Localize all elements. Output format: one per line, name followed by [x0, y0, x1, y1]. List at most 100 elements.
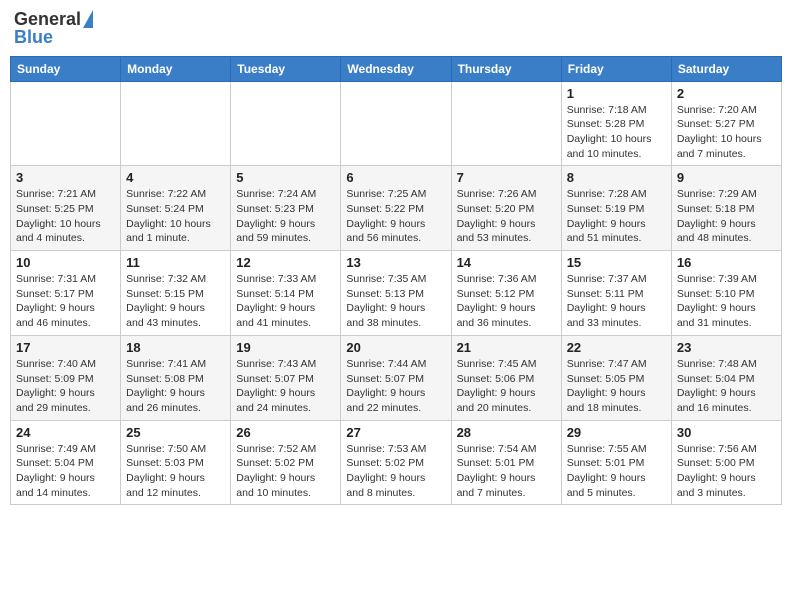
day-number: 4 [126, 170, 225, 185]
day-number: 20 [346, 340, 445, 355]
day-info: Sunrise: 7:53 AMSunset: 5:02 PMDaylight:… [346, 442, 445, 501]
day-info: Sunrise: 7:54 AMSunset: 5:01 PMDaylight:… [457, 442, 556, 501]
day-number: 21 [457, 340, 556, 355]
day-info: Sunrise: 7:47 AMSunset: 5:05 PMDaylight:… [567, 357, 666, 416]
weekday-header: Sunday [11, 56, 121, 81]
day-number: 16 [677, 255, 776, 270]
day-number: 6 [346, 170, 445, 185]
calendar-day-cell: 21 Sunrise: 7:45 AMSunset: 5:06 PMDayligh… [451, 335, 561, 420]
day-number: 2 [677, 86, 776, 101]
day-number: 26 [236, 425, 335, 440]
calendar-table: SundayMondayTuesdayWednesdayThursdayFrid… [10, 56, 782, 506]
weekday-header-row: SundayMondayTuesdayWednesdayThursdayFrid… [11, 56, 782, 81]
calendar-day-cell: 6 Sunrise: 7:25 AMSunset: 5:22 PMDaylight… [341, 166, 451, 251]
day-info: Sunrise: 7:32 AMSunset: 5:15 PMDaylight:… [126, 272, 225, 331]
day-number: 17 [16, 340, 115, 355]
day-number: 23 [677, 340, 776, 355]
day-info: Sunrise: 7:36 AMSunset: 5:12 PMDaylight:… [457, 272, 556, 331]
calendar-day-cell: 19Sunrise: 7:43 AMSunset: 5:07 PMDayligh… [231, 335, 341, 420]
day-number: 24 [16, 425, 115, 440]
day-number: 29 [567, 425, 666, 440]
calendar-day-cell: 23 Sunrise: 7:48 AMSunset: 5:04 PMDayligh… [671, 335, 781, 420]
calendar-day-cell: 4 Sunrise: 7:22 AMSunset: 5:24 PMDaylight… [121, 166, 231, 251]
calendar-day-cell: 20 Sunrise: 7:44 AMSunset: 5:07 PMDayligh… [341, 335, 451, 420]
calendar-day-cell: 12 Sunrise: 7:33 AMSunset: 5:14 PMDayligh… [231, 251, 341, 336]
day-info: Sunrise: 7:48 AMSunset: 5:04 PMDaylight:… [677, 357, 776, 416]
calendar-day-cell: 7Sunrise: 7:26 AMSunset: 5:20 PMDaylight… [451, 166, 561, 251]
day-info: Sunrise: 7:44 AMSunset: 5:07 PMDaylight:… [346, 357, 445, 416]
day-info: Sunrise: 7:55 AMSunset: 5:01 PMDaylight:… [567, 442, 666, 501]
calendar-day-cell: 17Sunrise: 7:40 AMSunset: 5:09 PMDayligh… [11, 335, 121, 420]
weekday-header: Saturday [671, 56, 781, 81]
logo-triangle-icon [83, 10, 93, 28]
day-number: 18 [126, 340, 225, 355]
calendar-day-cell: 15Sunrise: 7:37 AMSunset: 5:11 PMDayligh… [561, 251, 671, 336]
calendar-day-cell: 9 Sunrise: 7:29 AMSunset: 5:18 PMDaylight… [671, 166, 781, 251]
logo: General Blue [14, 10, 93, 48]
calendar-day-cell [11, 81, 121, 166]
day-info: Sunrise: 7:39 AMSunset: 5:10 PMDaylight:… [677, 272, 776, 331]
day-info: Sunrise: 7:37 AMSunset: 5:11 PMDaylight:… [567, 272, 666, 331]
weekday-header: Monday [121, 56, 231, 81]
day-number: 27 [346, 425, 445, 440]
calendar-day-cell: 13Sunrise: 7:35 AMSunset: 5:13 PMDayligh… [341, 251, 451, 336]
calendar-day-cell [341, 81, 451, 166]
day-number: 11 [126, 255, 225, 270]
calendar-day-cell: 27 Sunrise: 7:53 AMSunset: 5:02 PMDayligh… [341, 420, 451, 505]
day-number: 12 [236, 255, 335, 270]
day-number: 3 [16, 170, 115, 185]
weekday-header: Wednesday [341, 56, 451, 81]
calendar-day-cell [451, 81, 561, 166]
calendar-day-cell: 5 Sunrise: 7:24 AMSunset: 5:23 PMDaylight… [231, 166, 341, 251]
day-number: 7 [457, 170, 556, 185]
calendar-day-cell: 10Sunrise: 7:31 AMSunset: 5:17 PMDayligh… [11, 251, 121, 336]
calendar-day-cell: 26 Sunrise: 7:52 AMSunset: 5:02 PMDayligh… [231, 420, 341, 505]
day-info: Sunrise: 7:49 AMSunset: 5:04 PMDaylight:… [16, 442, 115, 501]
calendar-day-cell: 16 Sunrise: 7:39 AMSunset: 5:10 PMDayligh… [671, 251, 781, 336]
day-info: Sunrise: 7:22 AMSunset: 5:24 PMDaylight:… [126, 187, 225, 246]
day-info: Sunrise: 7:29 AMSunset: 5:18 PMDaylight:… [677, 187, 776, 246]
day-info: Sunrise: 7:45 AMSunset: 5:06 PMDaylight:… [457, 357, 556, 416]
day-number: 28 [457, 425, 556, 440]
day-number: 30 [677, 425, 776, 440]
day-info: Sunrise: 7:33 AMSunset: 5:14 PMDaylight:… [236, 272, 335, 331]
logo-blue: Blue [14, 28, 53, 48]
calendar-day-cell: 28 Sunrise: 7:54 AMSunset: 5:01 PMDayligh… [451, 420, 561, 505]
day-number: 5 [236, 170, 335, 185]
calendar-day-cell: 2 Sunrise: 7:20 AMSunset: 5:27 PMDaylight… [671, 81, 781, 166]
day-info: Sunrise: 7:43 AMSunset: 5:07 PMDaylight:… [236, 357, 335, 416]
calendar-day-cell: 22 Sunrise: 7:47 AMSunset: 5:05 PMDayligh… [561, 335, 671, 420]
day-info: Sunrise: 7:52 AMSunset: 5:02 PMDaylight:… [236, 442, 335, 501]
calendar-day-cell [231, 81, 341, 166]
day-info: Sunrise: 7:21 AMSunset: 5:25 PMDaylight:… [16, 187, 115, 246]
calendar-day-cell: 11 Sunrise: 7:32 AMSunset: 5:15 PMDayligh… [121, 251, 231, 336]
day-number: 25 [126, 425, 225, 440]
calendar-day-cell: 30 Sunrise: 7:56 AMSunset: 5:00 PMDayligh… [671, 420, 781, 505]
day-info: Sunrise: 7:25 AMSunset: 5:22 PMDaylight:… [346, 187, 445, 246]
day-info: Sunrise: 7:41 AMSunset: 5:08 PMDaylight:… [126, 357, 225, 416]
calendar-day-cell: 8Sunrise: 7:28 AMSunset: 5:19 PMDaylight… [561, 166, 671, 251]
day-info: Sunrise: 7:24 AMSunset: 5:23 PMDaylight:… [236, 187, 335, 246]
day-info: Sunrise: 7:18 AMSunset: 5:28 PMDaylight:… [567, 103, 666, 162]
calendar-day-cell: 1Sunrise: 7:18 AMSunset: 5:28 PMDaylight… [561, 81, 671, 166]
weekday-header: Thursday [451, 56, 561, 81]
page-header: General Blue [10, 10, 782, 48]
weekday-header: Tuesday [231, 56, 341, 81]
calendar-day-cell: 3 Sunrise: 7:21 AMSunset: 5:25 PMDaylight… [11, 166, 121, 251]
calendar-day-cell: 29 Sunrise: 7:55 AMSunset: 5:01 PMDayligh… [561, 420, 671, 505]
day-number: 8 [567, 170, 666, 185]
day-info: Sunrise: 7:20 AMSunset: 5:27 PMDaylight:… [677, 103, 776, 162]
calendar-week-row: 10Sunrise: 7:31 AMSunset: 5:17 PMDayligh… [11, 251, 782, 336]
calendar-week-row: 17Sunrise: 7:40 AMSunset: 5:09 PMDayligh… [11, 335, 782, 420]
calendar-day-cell [121, 81, 231, 166]
calendar-day-cell: 14Sunrise: 7:36 AMSunset: 5:12 PMDayligh… [451, 251, 561, 336]
day-number: 10 [16, 255, 115, 270]
day-info: Sunrise: 7:35 AMSunset: 5:13 PMDaylight:… [346, 272, 445, 331]
calendar-day-cell: 18 Sunrise: 7:41 AMSunset: 5:08 PMDayligh… [121, 335, 231, 420]
day-info: Sunrise: 7:56 AMSunset: 5:00 PMDaylight:… [677, 442, 776, 501]
calendar-day-cell: 24 Sunrise: 7:49 AMSunset: 5:04 PMDayligh… [11, 420, 121, 505]
calendar-week-row: 3 Sunrise: 7:21 AMSunset: 5:25 PMDaylight… [11, 166, 782, 251]
day-number: 9 [677, 170, 776, 185]
weekday-header: Friday [561, 56, 671, 81]
day-number: 22 [567, 340, 666, 355]
